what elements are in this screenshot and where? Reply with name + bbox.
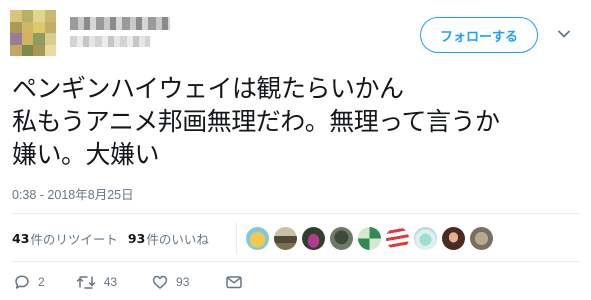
tweet-actions: 2 43 93: [14, 274, 243, 290]
divider: [12, 261, 579, 262]
display-name-redacted[interactable]: [70, 17, 170, 30]
liker-avatars: [246, 227, 498, 250]
retweet-count-link[interactable]: 43 件のリツイート: [12, 229, 118, 248]
like-count-label: 件のいいね: [146, 231, 209, 247]
like-count-link[interactable]: 93 件のいいね: [128, 229, 209, 248]
retweet-count-label: 件のリツイート: [30, 231, 118, 247]
chevron-down-icon[interactable]: [556, 26, 572, 42]
liker-avatar[interactable]: [442, 227, 465, 250]
reply-icon: [15, 275, 29, 289]
follow-button[interactable]: フォローする: [420, 17, 538, 53]
message-icon: [226, 276, 243, 289]
liker-avatar[interactable]: [274, 227, 297, 250]
direct-message-button[interactable]: [225, 274, 243, 290]
engagement-stats: 43 件のリツイート 93 件のいいね: [12, 228, 219, 248]
reply-count: 2: [38, 275, 45, 289]
liker-avatar[interactable]: [302, 227, 325, 250]
reply-button[interactable]: 2: [14, 274, 45, 290]
like-count: 93: [127, 230, 146, 246]
liker-avatar[interactable]: [386, 227, 409, 250]
tweet-header: フォローする: [0, 0, 591, 62]
retweet-action-count: 43: [103, 275, 118, 289]
liker-avatar[interactable]: [470, 227, 493, 250]
divider: [236, 222, 237, 254]
tweet-line: 嫌い。大嫌い: [12, 140, 160, 169]
like-button[interactable]: 93: [152, 274, 189, 290]
tweet-text: ペンギンハイウェイは観たらいかん 私もうアニメ邦画無理だわ。無理って言うか 嫌い…: [12, 72, 582, 171]
like-action-count: 93: [176, 275, 190, 289]
retweet-count: 43: [12, 230, 30, 246]
username-redacted[interactable]: [70, 36, 150, 47]
liker-avatar[interactable]: [414, 227, 437, 250]
tweet-line: ペンギンハイウェイは観たらいかん: [12, 74, 404, 103]
liker-avatar[interactable]: [246, 227, 269, 250]
tweet-line: 私もうアニメ邦画無理だわ。無理って言うか: [12, 107, 500, 136]
like-icon: [152, 275, 168, 289]
retweet-button[interactable]: 43: [76, 274, 117, 290]
retweet-icon: [76, 276, 95, 289]
avatar[interactable]: [10, 10, 56, 56]
divider: [12, 213, 579, 214]
liker-avatar[interactable]: [330, 227, 353, 250]
liker-avatar[interactable]: [358, 227, 381, 250]
tweet-timestamp[interactable]: 0:38 - 2018年8月25日: [12, 184, 134, 203]
